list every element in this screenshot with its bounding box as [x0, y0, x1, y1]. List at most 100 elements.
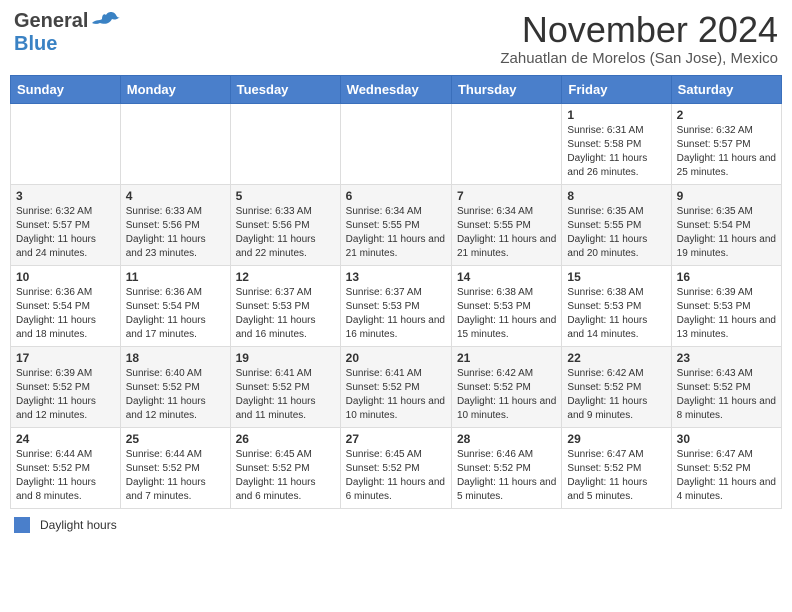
calendar-week-row: 1Sunrise: 6:31 AM Sunset: 5:58 PM Daylig…	[11, 103, 782, 184]
day-info: Sunrise: 6:37 AM Sunset: 5:53 PM Dayligh…	[346, 286, 446, 342]
calendar-cell: 21 Sunrise: 6:42 AM Sunset: 5:52 PM Dayli…	[451, 346, 561, 427]
day-info: Sunrise: 6:43 AM Sunset: 5:52 PM Dayligh…	[677, 367, 776, 423]
calendar-cell: 9Sunrise: 6:35 AM Sunset: 5:54 PM Daylig…	[671, 184, 781, 265]
month-title: November 2024	[500, 10, 778, 50]
day-info: Sunrise: 6:37 AM Sunset: 5:53 PM Dayligh…	[236, 286, 335, 342]
day-info: Sunrise: 6:41 AM Sunset: 5:52 PM Dayligh…	[236, 367, 335, 423]
calendar-cell: 11 Sunrise: 6:36 AM Sunset: 5:54 PM Dayli…	[120, 265, 230, 346]
day-info: Sunrise: 6:33 AM Sunset: 5:56 PM Dayligh…	[236, 205, 335, 261]
day-number: 8	[567, 189, 665, 203]
location-title: Zahuatlan de Morelos (San Jose), Mexico	[500, 50, 778, 67]
day-number: 21	[457, 351, 556, 365]
day-number: 20	[346, 351, 446, 365]
calendar-cell: 10 Sunrise: 6:36 AM Sunset: 5:54 PM Dayli…	[11, 265, 121, 346]
day-info: Sunrise: 6:42 AM Sunset: 5:52 PM Dayligh…	[457, 367, 556, 423]
calendar-cell: 5 Sunrise: 6:33 AM Sunset: 5:56 PM Daylig…	[230, 184, 340, 265]
calendar-cell: 19 Sunrise: 6:41 AM Sunset: 5:52 PM Dayli…	[230, 346, 340, 427]
calendar-cell: 12 Sunrise: 6:37 AM Sunset: 5:53 PM Dayli…	[230, 265, 340, 346]
day-info: Sunrise: 6:33 AM Sunset: 5:56 PM Dayligh…	[126, 205, 225, 261]
day-info: Sunrise: 6:45 AM Sunset: 5:52 PM Dayligh…	[346, 448, 446, 504]
calendar-cell: 16 Sunrise: 6:39 AM Sunset: 5:53 PM Dayli…	[671, 265, 781, 346]
day-info: Sunrise: 6:47 AM Sunset: 5:52 PM Dayligh…	[567, 448, 665, 504]
day-number: 9	[677, 189, 776, 203]
day-info: Sunrise: 6:35 AM Sunset: 5:55 PM Dayligh…	[567, 205, 665, 261]
legend-color-box	[14, 517, 30, 533]
calendar-cell: 2 Sunrise: 6:32 AM Sunset: 5:57 PM Daylig…	[671, 103, 781, 184]
logo-general: General	[14, 10, 88, 33]
calendar-cell: 6 Sunrise: 6:34 AM Sunset: 5:55 PM Daylig…	[340, 184, 451, 265]
calendar-cell: 20 Sunrise: 6:41 AM Sunset: 5:52 PM Dayli…	[340, 346, 451, 427]
day-number: 23	[677, 351, 776, 365]
calendar-cell: 15 Sunrise: 6:38 AM Sunset: 5:53 PM Dayli…	[562, 265, 671, 346]
day-number: 15	[567, 270, 665, 284]
calendar-cell: 1Sunrise: 6:31 AM Sunset: 5:58 PM Daylig…	[562, 103, 671, 184]
day-info: Sunrise: 6:36 AM Sunset: 5:54 PM Dayligh…	[16, 286, 115, 342]
day-number: 5	[236, 189, 335, 203]
weekday-header: Monday	[120, 75, 230, 103]
day-info: Sunrise: 6:41 AM Sunset: 5:52 PM Dayligh…	[346, 367, 446, 423]
calendar-cell: 24Sunrise: 6:44 AM Sunset: 5:52 PM Dayli…	[11, 427, 121, 508]
calendar-footer: Daylight hours	[10, 517, 782, 533]
weekday-header: Thursday	[451, 75, 561, 103]
day-info: Sunrise: 6:47 AM Sunset: 5:52 PM Dayligh…	[677, 448, 776, 504]
day-number: 22	[567, 351, 665, 365]
day-number: 26	[236, 432, 335, 446]
calendar-cell	[230, 103, 340, 184]
calendar-cell: 7Sunrise: 6:34 AM Sunset: 5:55 PM Daylig…	[451, 184, 561, 265]
day-number: 1	[567, 108, 665, 122]
day-info: Sunrise: 6:39 AM Sunset: 5:52 PM Dayligh…	[16, 367, 115, 423]
day-number: 10	[16, 270, 115, 284]
calendar-cell: 23 Sunrise: 6:43 AM Sunset: 5:52 PM Dayli…	[671, 346, 781, 427]
day-number: 24	[16, 432, 115, 446]
calendar-cell: 25 Sunrise: 6:44 AM Sunset: 5:52 PM Dayli…	[120, 427, 230, 508]
page-header: General Blue November 2024 Zahuatlan de …	[10, 10, 782, 67]
day-info: Sunrise: 6:32 AM Sunset: 5:57 PM Dayligh…	[677, 124, 776, 180]
calendar-cell: 4Sunrise: 6:33 AM Sunset: 5:56 PM Daylig…	[120, 184, 230, 265]
day-number: 2	[677, 108, 776, 122]
calendar-week-row: 10 Sunrise: 6:36 AM Sunset: 5:54 PM Dayli…	[11, 265, 782, 346]
day-number: 12	[236, 270, 335, 284]
day-number: 29	[567, 432, 665, 446]
weekday-header: Saturday	[671, 75, 781, 103]
calendar-cell: 14Sunrise: 6:38 AM Sunset: 5:53 PM Dayli…	[451, 265, 561, 346]
day-info: Sunrise: 6:38 AM Sunset: 5:53 PM Dayligh…	[567, 286, 665, 342]
day-number: 6	[346, 189, 446, 203]
weekday-header: Friday	[562, 75, 671, 103]
day-number: 14	[457, 270, 556, 284]
day-number: 30	[677, 432, 776, 446]
day-info: Sunrise: 6:34 AM Sunset: 5:55 PM Dayligh…	[457, 205, 556, 261]
calendar-cell: 8 Sunrise: 6:35 AM Sunset: 5:55 PM Daylig…	[562, 184, 671, 265]
calendar-week-row: 3Sunrise: 6:32 AM Sunset: 5:57 PM Daylig…	[11, 184, 782, 265]
weekday-header: Wednesday	[340, 75, 451, 103]
day-info: Sunrise: 6:32 AM Sunset: 5:57 PM Dayligh…	[16, 205, 115, 261]
weekday-header: Sunday	[11, 75, 121, 103]
calendar-cell: 29 Sunrise: 6:47 AM Sunset: 5:52 PM Dayli…	[562, 427, 671, 508]
logo: General Blue	[14, 10, 120, 56]
day-info: Sunrise: 6:39 AM Sunset: 5:53 PM Dayligh…	[677, 286, 776, 342]
day-info: Sunrise: 6:36 AM Sunset: 5:54 PM Dayligh…	[126, 286, 225, 342]
weekday-header: Tuesday	[230, 75, 340, 103]
calendar-week-row: 17Sunrise: 6:39 AM Sunset: 5:52 PM Dayli…	[11, 346, 782, 427]
day-info: Sunrise: 6:34 AM Sunset: 5:55 PM Dayligh…	[346, 205, 446, 261]
day-number: 16	[677, 270, 776, 284]
day-number: 13	[346, 270, 446, 284]
title-section: November 2024 Zahuatlan de Morelos (San …	[500, 10, 778, 67]
calendar-cell: 30 Sunrise: 6:47 AM Sunset: 5:52 PM Dayli…	[671, 427, 781, 508]
calendar-cell	[451, 103, 561, 184]
day-number: 28	[457, 432, 556, 446]
day-number: 19	[236, 351, 335, 365]
day-number: 18	[126, 351, 225, 365]
day-number: 25	[126, 432, 225, 446]
weekday-header-row: SundayMondayTuesdayWednesdayThursdayFrid…	[11, 75, 782, 103]
calendar-cell	[340, 103, 451, 184]
calendar-cell	[11, 103, 121, 184]
calendar-cell: 18Sunrise: 6:40 AM Sunset: 5:52 PM Dayli…	[120, 346, 230, 427]
calendar-cell: 22Sunrise: 6:42 AM Sunset: 5:52 PM Dayli…	[562, 346, 671, 427]
day-info: Sunrise: 6:44 AM Sunset: 5:52 PM Dayligh…	[126, 448, 225, 504]
calendar-week-row: 24 Sunrise: 6:44 AM Sunset: 5:52 PM Dayli…	[11, 427, 782, 508]
day-number: 11	[126, 270, 225, 284]
day-info: Sunrise: 6:46 AM Sunset: 5:52 PM Dayligh…	[457, 448, 556, 504]
day-info: Sunrise: 6:45 AM Sunset: 5:52 PM Dayligh…	[236, 448, 335, 504]
logo-bird-icon	[92, 11, 120, 33]
calendar-cell: 28 Sunrise: 6:46 AM Sunset: 5:52 PM Dayli…	[451, 427, 561, 508]
